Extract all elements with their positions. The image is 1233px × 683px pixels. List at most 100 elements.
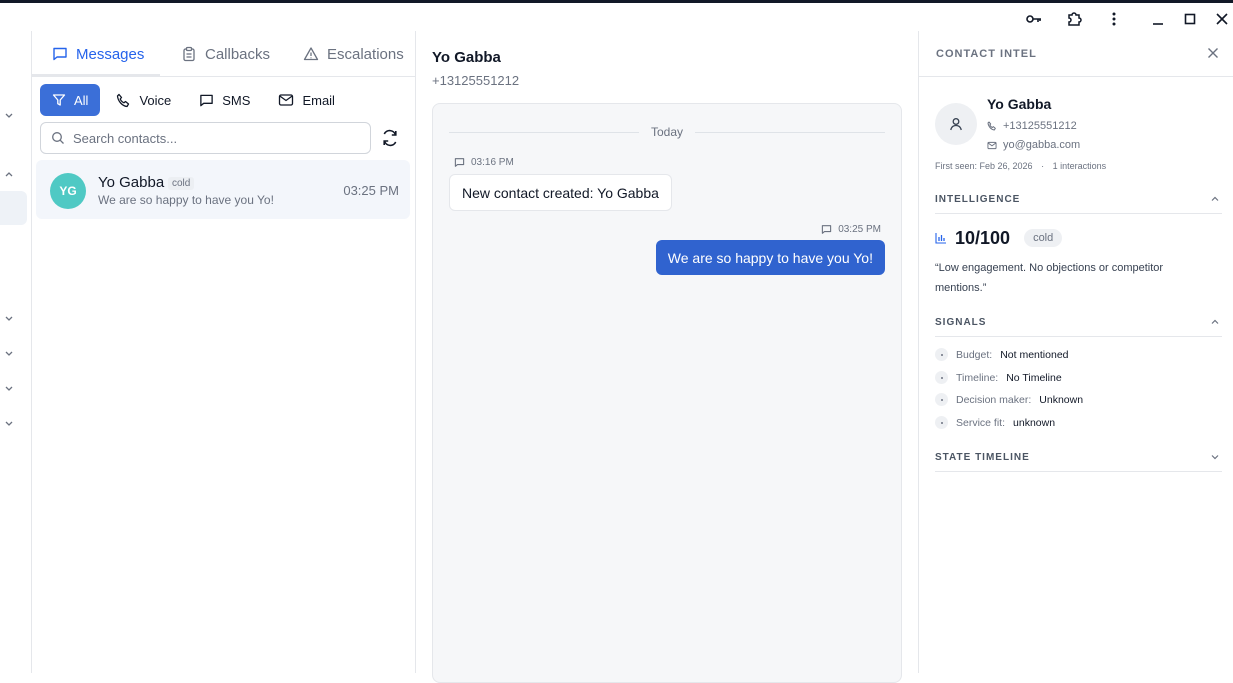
signal-row-budget: Budget: Not mentioned [935, 348, 1069, 361]
key-icon[interactable] [1022, 8, 1046, 30]
conversation-pane: Yo Gabba +13125551212 Today 03:16 PM New… [416, 31, 918, 683]
conversation-contact-phone: +13125551212 [432, 73, 520, 88]
intel-phone: +13125551212 [1003, 120, 1077, 132]
phone-icon [117, 93, 130, 107]
tab-label: Messages [76, 45, 145, 63]
minimize-icon[interactable] [1146, 8, 1170, 30]
signal-key: Budget: [956, 348, 993, 361]
signal-row-service-fit: Service fit: unknown [935, 416, 1055, 429]
intel-email-row: yo@gabba.com [987, 139, 1080, 151]
chevron-down-icon[interactable] [3, 417, 15, 429]
message-time: 03:25 PM [838, 224, 881, 235]
signal-value: unknown [1013, 416, 1056, 429]
signals-section-header[interactable]: SIGNALS [935, 313, 1222, 337]
left-nav-collapsed [0, 31, 32, 673]
search-input[interactable] [73, 130, 353, 146]
message-meta: 03:16 PM [454, 157, 514, 168]
chevron-down-icon[interactable] [3, 382, 15, 394]
tab-callbacks[interactable]: Callbacks [181, 31, 270, 77]
section-label: STATE TIMELINE [935, 452, 1030, 463]
alert-triangle-icon [303, 47, 319, 61]
avatar: YG [50, 173, 86, 209]
filter-label: SMS [222, 92, 251, 108]
filter-icon [52, 94, 66, 106]
window-titlebar [0, 0, 1233, 31]
intel-summary: “Low engagement. No objections or compet… [935, 262, 1164, 294]
chevron-down-icon[interactable] [3, 347, 15, 359]
search-contacts-box [40, 122, 371, 154]
intel-first-seen: First seen: Feb 26, 2026 [935, 161, 1033, 171]
extensions-icon[interactable] [1062, 8, 1086, 30]
message-thread[interactable]: Today 03:16 PM New contact created: Yo G… [432, 103, 902, 683]
intel-email[interactable]: yo@gabba.com [1003, 139, 1080, 151]
search-icon [52, 132, 64, 144]
tab-active-indicator [32, 74, 160, 77]
state-timeline-section-header[interactable]: STATE TIMELINE [935, 448, 1222, 472]
signal-value: Unknown [1039, 393, 1084, 406]
signal-row-timeline: Timeline: No Timeline [935, 371, 1062, 384]
refresh-icon[interactable] [380, 128, 400, 148]
bullet-dot-icon [935, 348, 948, 361]
section-label: INTELLIGENCE [935, 194, 1021, 205]
bar-chart-icon [935, 233, 946, 244]
lead-temperature-badge: cold [1024, 229, 1063, 247]
lead-score-value: 10/100 [955, 227, 1011, 248]
user-icon [935, 103, 977, 145]
contact-intel-panel: CONTACT INTEL Yo Gabba +13125551212 yo@g… [918, 31, 1233, 673]
filter-label: All [74, 92, 89, 108]
filter-all-button[interactable]: All [40, 84, 101, 116]
message-bubble-inbound: New contact created: Yo Gabba [449, 174, 672, 211]
phone-icon [987, 121, 996, 131]
message-square-icon [53, 47, 67, 61]
tab-label: Escalations [327, 45, 404, 63]
contact-status-tag: cold [168, 177, 195, 190]
filter-label: Email [302, 92, 335, 108]
maximize-icon[interactable] [1178, 8, 1202, 30]
contact-list-pane: Messages Callbacks Escalations All Voice… [32, 31, 416, 673]
day-separator: Today [449, 124, 885, 140]
day-label: Today [650, 125, 684, 139]
message-square-icon [454, 158, 465, 167]
signal-value: Not mentioned [1000, 348, 1069, 361]
signal-key: Timeline: [956, 371, 999, 384]
tab-escalations[interactable]: Escalations [303, 31, 404, 77]
inbox-tabs: Messages Callbacks Escalations [32, 31, 416, 77]
intel-interactions: 1 interactions [1052, 161, 1107, 171]
message-time: 03:16 PM [471, 157, 514, 168]
contact-message-preview: We are so happy to have you Yo! [98, 193, 274, 207]
lead-score: 10/100 cold [935, 226, 1063, 250]
intelligence-section-header[interactable]: INTELLIGENCE [935, 190, 1222, 214]
contact-list-item[interactable]: YG Yo Gabba cold We are so happy to have… [36, 160, 410, 219]
filter-label: Voice [139, 92, 172, 108]
filter-voice-button[interactable]: Voice [104, 84, 183, 116]
signal-value: No Timeline [1006, 371, 1062, 384]
signal-row-decision-maker: Decision maker: Unknown [935, 393, 1083, 406]
intel-phone-row: +13125551212 [987, 120, 1077, 132]
conversation-contact-name: Yo Gabba [432, 49, 501, 66]
filter-email-button[interactable]: Email [266, 84, 347, 116]
intel-header: CONTACT INTEL [919, 31, 1233, 77]
tab-label: Callbacks [205, 45, 271, 63]
close-icon[interactable] [1206, 46, 1220, 60]
tab-messages[interactable]: Messages [52, 31, 144, 77]
nav-item-active[interactable] [0, 191, 27, 225]
channel-filters: All Voice SMS Email [40, 84, 347, 116]
chevron-up-icon [1211, 319, 1219, 324]
message-square-icon [822, 225, 832, 234]
more-vertical-icon[interactable] [1102, 8, 1126, 30]
intel-title: CONTACT INTEL [936, 48, 1037, 60]
close-window-icon[interactable] [1210, 8, 1233, 30]
chevron-down-icon[interactable] [3, 109, 15, 121]
clipboard-icon [183, 46, 195, 62]
message-meta: 03:25 PM [821, 224, 881, 235]
chevron-down-icon[interactable] [3, 312, 15, 324]
section-label: SIGNALS [935, 317, 987, 328]
chevron-down-icon [1211, 455, 1219, 460]
contact-name: Yo Gabba [98, 174, 165, 191]
message-square-icon [200, 94, 214, 106]
filter-sms-button[interactable]: SMS [187, 84, 262, 116]
mail-icon [987, 141, 997, 149]
chevron-up-icon[interactable] [3, 169, 15, 181]
mail-icon [279, 94, 294, 106]
message-bubble-outbound: We are so happy to have you Yo! [655, 240, 885, 275]
